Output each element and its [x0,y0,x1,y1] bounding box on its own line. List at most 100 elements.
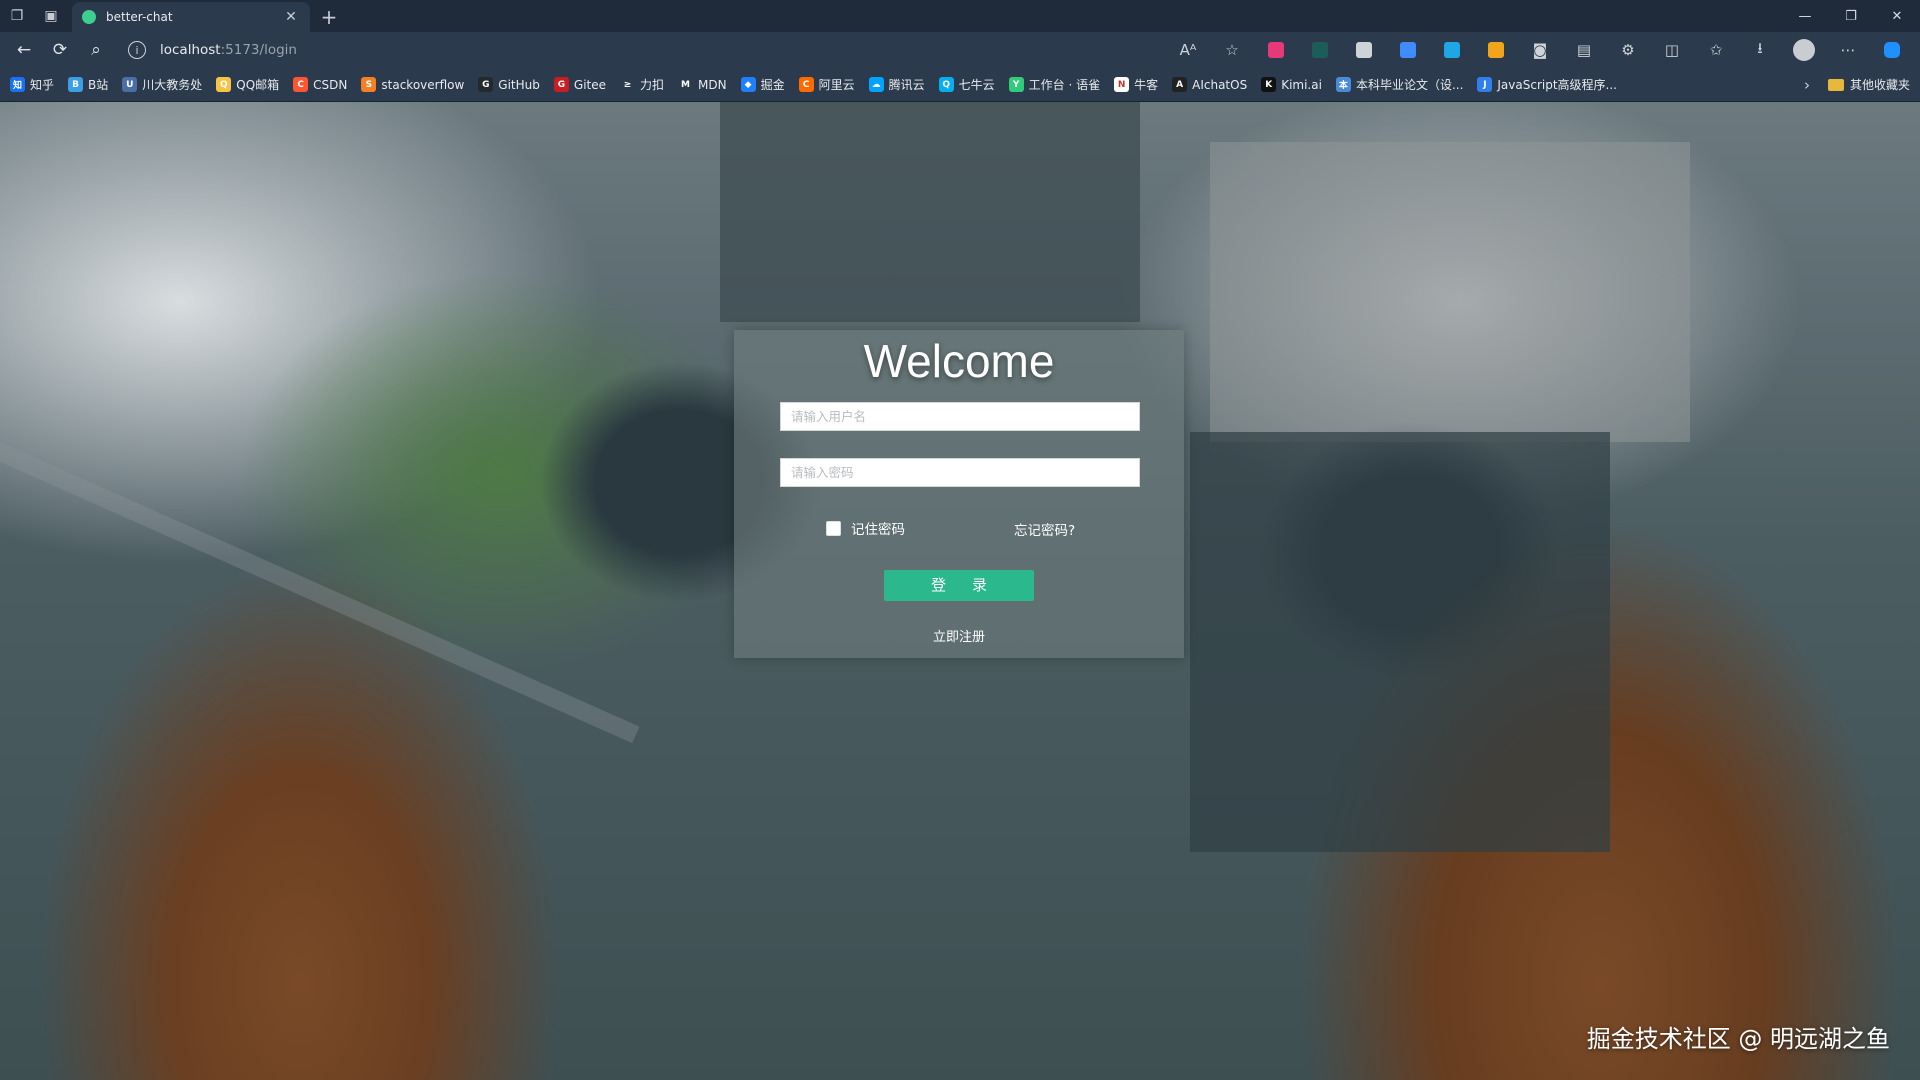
other-bookmarks-label: 其他收藏夹 [1849,78,1910,92]
profile-avatar[interactable] [1782,35,1826,65]
address-bar[interactable]: i localhost:5173/login [128,36,1148,64]
bookmark-label: 本科毕业论文（设... [1355,78,1464,92]
tab-favicon-icon [82,10,96,24]
bookmark-item[interactable]: ≥ 力扣 [620,76,664,93]
address-toolbar: ← ⟳ ⌕ i localhost:5173/login Aᴬ ☆ ◙ ▤ ⚙ … [0,32,1920,68]
bookmark-item[interactable]: G Gitee [553,77,606,92]
thesis-icon: 本 [1335,77,1351,92]
bookmark-label: 知乎 [30,78,55,92]
bookmark-item[interactable]: 知知乎 [10,76,54,93]
login-card: Welcome 记住密码 忘记密码? 登录 立即注册 [734,330,1184,658]
bookmark-label: Gitee [573,77,606,92]
bookmark-item[interactable]: J JavaScript高级程序... [1477,76,1617,93]
bookmark-item[interactable]: B B站 [68,76,108,93]
copilot-icon[interactable] [1870,35,1914,65]
bookmarks-bar: 知知乎 B B站 U 川大教务处 Q QQ邮箱 C CSDN Sstackoverflow G Git… [0,68,1920,102]
folder-icon [1827,78,1844,91]
search-icon[interactable]: ⌕ [78,35,114,65]
remember-password-checkbox[interactable] [826,520,841,536]
background-building [720,102,1140,322]
url-path: :5173/login [220,42,297,58]
bookmark-item[interactable]: G GitHub [478,77,540,92]
extensions-icon[interactable]: ⚙ [1606,35,1650,65]
workspaces-icon[interactable]: ❐ [0,0,34,32]
leetcode-icon: ≥ [620,77,635,92]
tencentcloud-icon: ☁ [868,77,884,92]
extension-5-icon[interactable] [1430,35,1474,65]
bookmark-item[interactable]: 本本科毕业论文（设... [1335,76,1464,93]
bookmark-label: 掘金 [760,78,785,92]
other-bookmarks-folder[interactable]: 其他收藏夹 [1827,76,1910,93]
bookmark-item[interactable]: A AIchatOS [1172,77,1247,92]
bookmark-label: JavaScript高级程序... [1497,78,1617,92]
bookmark-label: 川大教务处 [142,78,203,92]
background-road [0,442,640,744]
nowcoder-icon: N [1114,77,1130,92]
login-title: Welcome [863,335,1055,387]
minimize-button[interactable]: — [1782,0,1828,32]
remember-password-row[interactable]: 记住密码 [826,518,905,538]
extension-1-icon[interactable] [1254,35,1298,65]
bookmark-item[interactable]: U 川大教务处 [122,76,202,93]
bookmark-item[interactable]: M MDN [678,77,727,92]
bookmark-label: B站 [88,78,109,92]
forgot-password-link[interactable]: 忘记密码? [1014,519,1075,539]
username-input[interactable] [780,402,1140,431]
split-screen-icon[interactable]: ◫ [1650,35,1694,65]
extension-6-icon[interactable] [1474,35,1518,65]
bookmark-label: 阿里云 [818,78,855,92]
login-button[interactable]: 登录 [884,570,1034,601]
bookmark-item[interactable]: ☁ 腾讯云 [868,76,925,93]
yuque-icon: Y [1008,77,1024,92]
site-info-icon[interactable]: i [128,41,146,59]
extension-4-icon[interactable] [1386,35,1430,65]
bookmark-label: CSDN [313,77,348,92]
gitee-icon: G [553,77,569,92]
bookmark-item[interactable]: Q 七牛云 [938,76,995,93]
extension-2-icon[interactable] [1298,35,1342,65]
restore-button[interactable]: ❐ [1828,0,1874,32]
new-tab-button[interactable]: + [314,2,344,32]
background-building [1190,432,1610,852]
close-tab-icon[interactable]: ✕ [282,9,300,25]
tab-title: better-chat [106,10,173,24]
tab-actions-icon[interactable]: ▣ [34,0,68,32]
register-link[interactable]: 立即注册 [734,626,1184,645]
bookmark-label: stackoverflow [381,77,465,92]
read-aloud-icon[interactable]: Aᴬ [1166,35,1210,65]
bookmark-item[interactable]: C CSDN [293,77,347,92]
bookmark-label: 七牛云 [958,78,995,92]
screenshot-icon[interactable]: ◙ [1518,35,1562,65]
extension-3-icon[interactable] [1342,35,1386,65]
refresh-button[interactable]: ⟳ [42,35,78,65]
bookmark-item[interactable]: C 阿里云 [798,76,855,93]
page-viewport: Welcome 记住密码 忘记密码? 登录 立即注册 掘金技术社区 @ 明远湖之… [0,102,1920,1080]
watermark-text: 掘金技术社区 @ 明远湖之鱼 [1586,1025,1890,1053]
downloads-icon[interactable]: ⭳ [1738,35,1782,65]
favorite-star-icon[interactable]: ☆ [1210,35,1254,65]
bookmark-label: AIchatOS [1192,77,1248,92]
bookmark-item[interactable]: ◆ 掘金 [740,76,785,93]
bookmark-item[interactable]: N 牛客 [1114,76,1158,93]
bookmark-item[interactable]: Sstackoverflow [361,77,464,92]
bookmark-item[interactable]: Q QQ邮箱 [216,76,279,93]
javascript-book-icon: J [1477,77,1493,92]
bookmark-label: 腾讯云 [888,78,925,92]
favorites-icon[interactable]: ✩ [1694,35,1738,65]
more-menu-icon[interactable]: ⋯ [1826,35,1870,65]
stackoverflow-icon: S [361,77,377,92]
back-button[interactable]: ← [6,35,42,65]
qqmail-icon: Q [216,77,232,92]
bookmark-item[interactable]: K Kimi.ai [1261,77,1322,92]
qiniu-icon: Q [938,77,954,92]
tab-active[interactable]: better-chat ✕ [72,2,310,32]
remember-password-label[interactable]: 记住密码 [851,518,905,538]
zhihu-icon: 知 [10,77,25,92]
close-window-button[interactable]: ✕ [1874,0,1920,32]
document-icon[interactable]: ▤ [1562,35,1606,65]
password-input[interactable] [780,458,1140,487]
bookmark-label: Kimi.ai [1281,77,1322,92]
bookmark-item[interactable]: Y 工作台 · 语雀 [1008,76,1100,93]
bookmarks-overflow-chevron-icon[interactable]: › [1804,76,1810,94]
juejin-icon: ◆ [740,77,756,92]
